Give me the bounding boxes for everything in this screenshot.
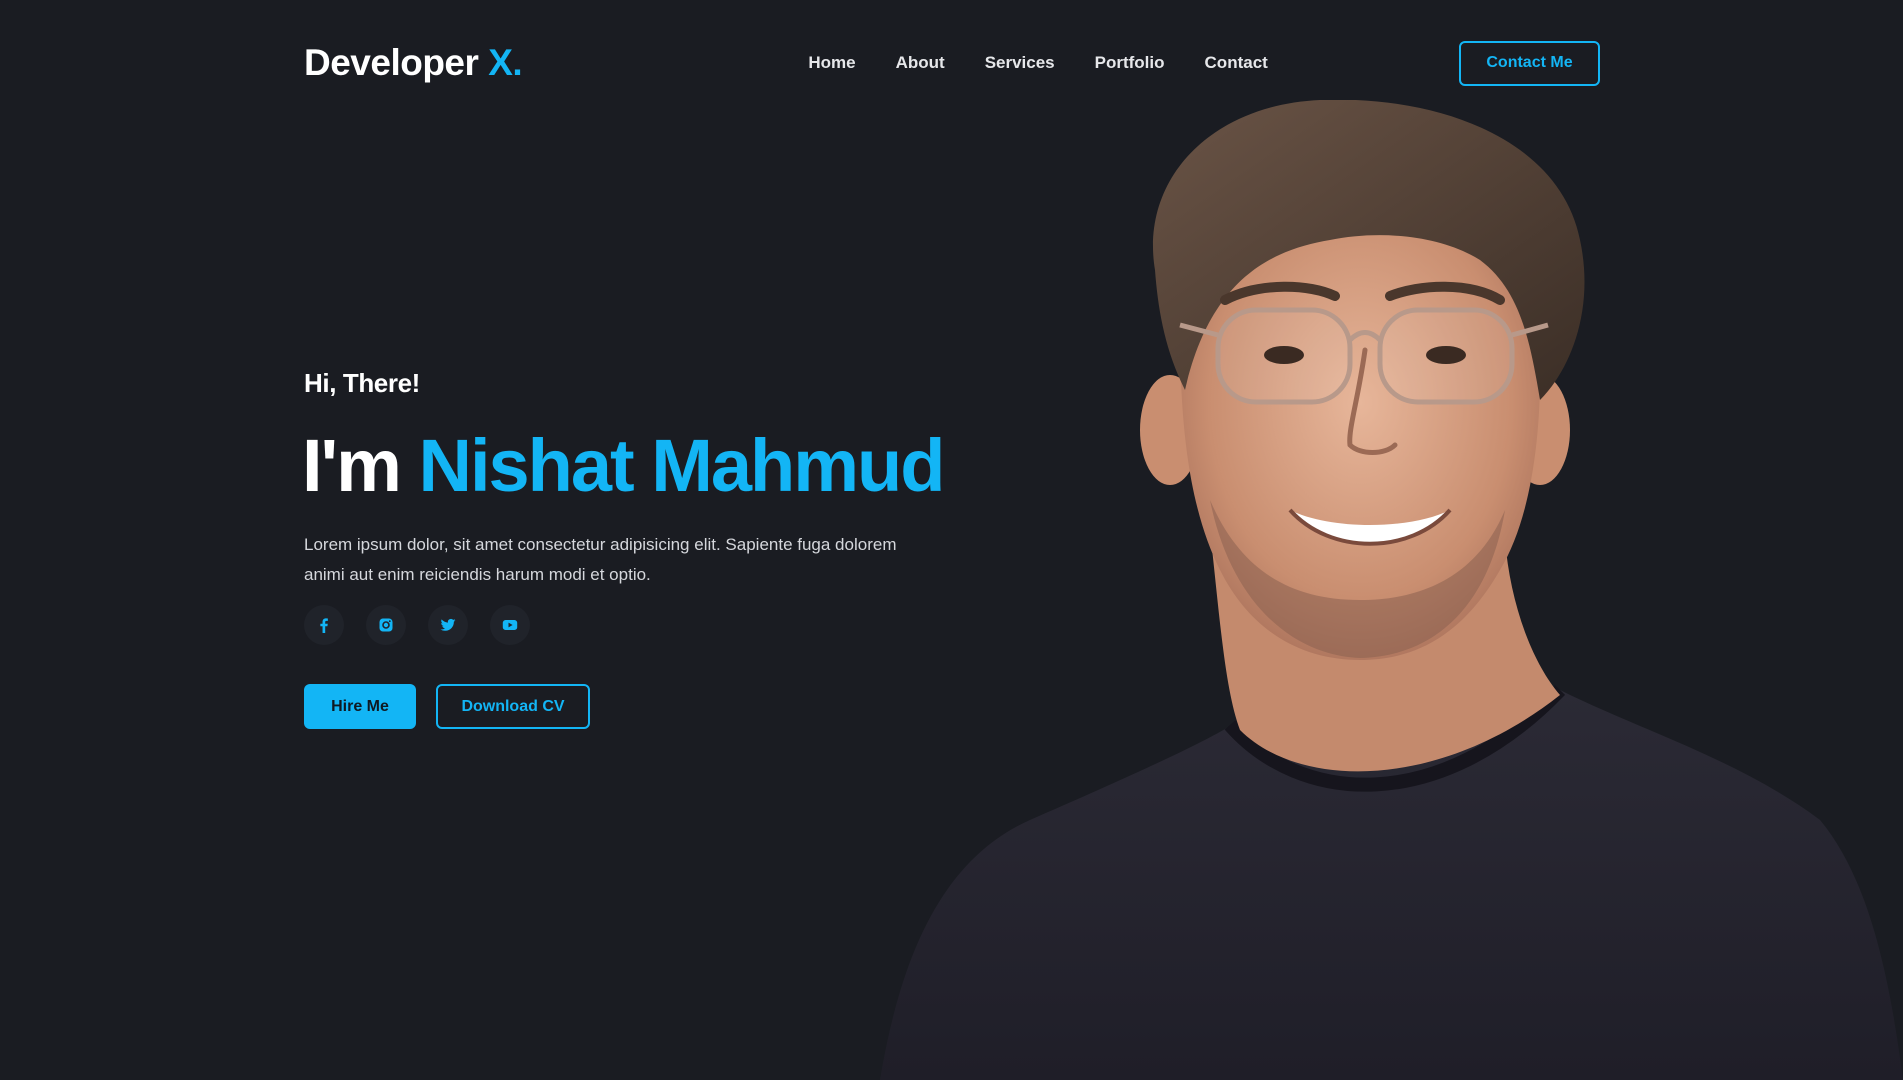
intro-line-2: animi aut enim reiciendis harum modi et … (304, 565, 651, 584)
profile-portrait (880, 100, 1903, 1080)
hero-headline: I'm Nishat Mahmud (302, 420, 946, 512)
nav-home-link[interactable]: Home (808, 53, 855, 73)
contact-me-button[interactable]: Contact Me (1459, 40, 1600, 86)
headline-name: Nishat Mahmud (418, 424, 946, 507)
intro-line-1: Lorem ipsum dolor, sit amet consectetur … (304, 535, 897, 554)
nav-about-link[interactable]: About (896, 53, 945, 73)
youtube-link[interactable] (490, 605, 530, 645)
social-links (304, 605, 530, 645)
youtube-icon (502, 620, 518, 630)
hero-intro: Lorem ipsum dolor, sit amet consectetur … (304, 530, 924, 590)
hero-greeting: Hi, There! (304, 368, 420, 398)
brand-name: Developer (304, 42, 479, 83)
landing-page: Developer X. Home About Services Portfol… (0, 0, 1903, 1080)
hero-actions: Hire Me Download CV (304, 684, 590, 729)
instagram-icon (379, 618, 393, 632)
instagram-link[interactable] (366, 605, 406, 645)
main-nav: Home About Services Portfolio Contact (808, 53, 1267, 73)
nav-contact-link[interactable]: Contact (1205, 53, 1268, 73)
navbar: Developer X. Home About Services Portfol… (304, 40, 1600, 86)
facebook-icon (320, 618, 328, 633)
nav-portfolio-link[interactable]: Portfolio (1095, 53, 1165, 73)
brand-logo[interactable]: Developer X. (304, 40, 523, 86)
nav-services-link[interactable]: Services (985, 53, 1055, 73)
headline-prefix: I'm (302, 424, 402, 507)
download-cv-button[interactable]: Download CV (436, 684, 590, 729)
facebook-link[interactable] (304, 605, 344, 645)
twitter-icon (440, 618, 456, 631)
hire-me-button[interactable]: Hire Me (304, 684, 416, 729)
twitter-link[interactable] (428, 605, 468, 645)
brand-accent: X. (488, 42, 523, 83)
